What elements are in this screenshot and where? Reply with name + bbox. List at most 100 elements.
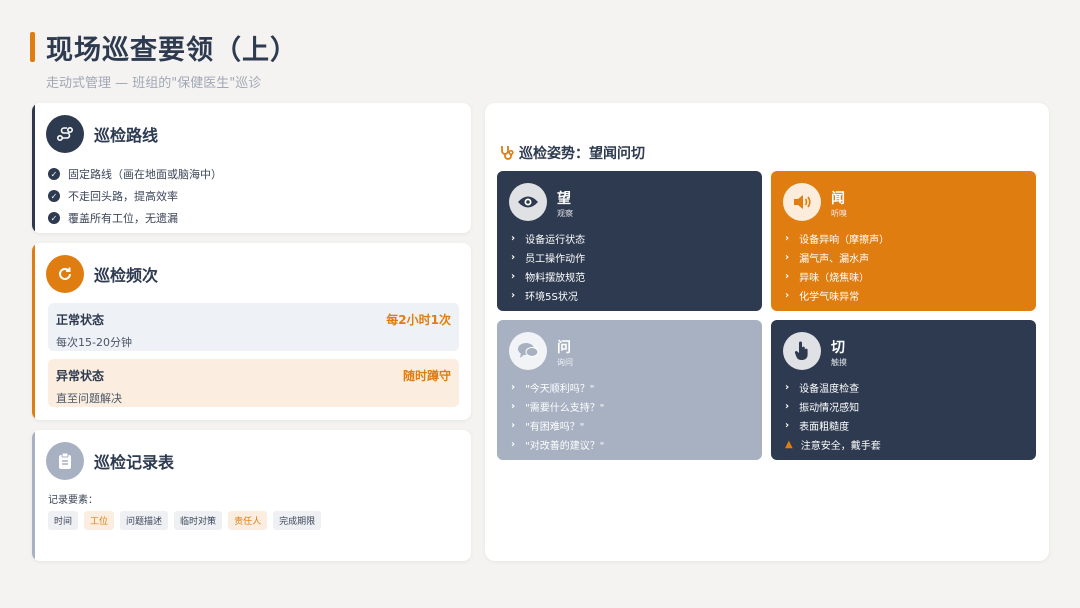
chat-icon (509, 332, 547, 370)
tile-list: › "今天顺利吗？" › "需要什么支持？" › "有困难吗？" › "对改善的建议？" (511, 378, 604, 454)
list-item-text: "有困难吗？" (525, 422, 585, 433)
list-item-text: 覆盖所有工位，无遗漏 (68, 212, 178, 225)
chevron-right-icon: › (785, 420, 790, 431)
route-list: ✓ 固定路线（画在地面或脑海中） ✓ 不走回头路，提高效率 ✓ 覆盖所有工位，无遗漏 (48, 163, 222, 229)
chevron-right-icon: › (785, 271, 790, 282)
check-icon: ✓ (48, 168, 60, 180)
tile-ask: 问 询问 › "今天顺利吗？" › "需要什么支持？" › "有困难吗？" › "对改善… (497, 320, 762, 460)
abnormal-state-name: 异常状态 (56, 369, 105, 383)
list-item-text: "今天顺利吗？" (525, 384, 595, 395)
check-icon: ✓ (48, 212, 60, 224)
record-tags: 时间 工位 问题描述 临时对策 责任人 完成期限 (48, 511, 327, 530)
chevron-right-icon: › (785, 233, 790, 244)
clipboard-icon (46, 442, 84, 480)
chevron-right-icon: › (511, 233, 516, 244)
list-item-text: 不走回头路，提高效率 (68, 190, 178, 203)
tag: 责任人 (228, 511, 268, 530)
list-item: › "需要什么支持？" (511, 397, 604, 416)
tile-look: 望 观察 › 设备运行状态 › 员工操作动作 › 物料摆放规范 › 环境5S状况 (497, 171, 762, 311)
tile-touch: 切 触摸 › 设备温度检查 › 振动情况感知 › 表面粗糙度 ▲ 注意安全，戴手套 (771, 320, 1036, 460)
page-subtitle: 走动式管理 — 班组的"保健医生"巡诊 (46, 76, 262, 91)
list-item-text: "需要什么支持？" (525, 403, 605, 414)
list-item: › 异味（烧焦味） (785, 267, 889, 286)
hand-pointer-icon (783, 332, 821, 370)
tile-sub: 观察 (557, 209, 573, 218)
tile-sub: 听嗅 (831, 209, 847, 218)
list-item-text: 物料摆放规范 (525, 273, 586, 284)
list-item: › 物料摆放规范 (511, 267, 585, 286)
list-item: › "有困难吗？" (511, 416, 604, 435)
list-item: › 设备异响（摩擦声） (785, 229, 889, 248)
chevron-right-icon: › (511, 439, 516, 450)
posture-panel: 巡检姿势：望闻问切 望 观察 › 设备运行状态 › 员工操作动作 › 物料摆放规范 ›… (485, 103, 1049, 561)
tag: 工位 (84, 511, 115, 530)
list-item: ✓ 不走回头路，提高效率 (48, 185, 222, 207)
list-item: › "今天顺利吗？" (511, 378, 604, 397)
warning-icon: ▲ (785, 439, 793, 450)
frequency-title: 巡检频次 (94, 266, 159, 285)
chevron-right-icon: › (511, 401, 516, 412)
abnormal-state-desc: 直至问题解决 (56, 392, 122, 405)
list-item-text: 振动情况感知 (799, 403, 860, 414)
normal-state-name: 正常状态 (56, 313, 105, 327)
record-card: 巡检记录表 记录要素： 时间 工位 问题描述 临时对策 责任人 完成期限 (32, 430, 471, 561)
list-item: › 设备温度检查 (785, 378, 881, 397)
tile-listen: 闻 听嗅 › 设备异响（摩擦声） › 漏气声、漏水声 › 异味（烧焦味） › 化学气味异… (771, 171, 1036, 311)
tile-sub: 触摸 (831, 358, 847, 367)
tag: 临时对策 (174, 511, 223, 530)
list-item-text: 设备运行状态 (525, 235, 586, 246)
tile-name: 闻 (831, 191, 845, 207)
chevron-right-icon: › (785, 290, 790, 301)
tag: 完成期限 (273, 511, 322, 530)
list-item: › 振动情况感知 (785, 397, 881, 416)
record-label: 记录要素： (48, 495, 98, 506)
list-item-text: 固定路线（画在地面或脑海中） (68, 168, 222, 181)
list-item-text: 注意安全，戴手套 (800, 441, 881, 452)
normal-state-box: 正常状态 每2小时1次 每次15-20分钟 (48, 303, 459, 351)
list-item: › 化学气味异常 (785, 286, 889, 305)
chevron-right-icon: › (511, 420, 516, 431)
list-item-text: 环境5S状况 (525, 292, 578, 303)
tile-list: › 设备异响（摩擦声） › 漏气声、漏水声 › 异味（烧焦味） › 化学气味异常 (785, 229, 889, 305)
list-item: › "对改善的建议？" (511, 435, 604, 454)
list-item: ✓ 覆盖所有工位，无遗漏 (48, 207, 222, 229)
route-icon (46, 115, 84, 153)
chevron-right-icon: › (511, 271, 516, 282)
list-item-text: 设备异响（摩擦声） (799, 235, 890, 246)
frequency-card: 巡检频次 正常状态 每2小时1次 每次15-20分钟 异常状态 随时蹲守 直至问… (32, 243, 471, 420)
chevron-right-icon: › (511, 382, 516, 393)
chevron-right-icon: › (511, 290, 516, 301)
route-title: 巡检路线 (94, 126, 159, 145)
list-item-text: 化学气味异常 (799, 292, 860, 303)
tile-name: 望 (557, 191, 571, 207)
tile-name: 问 (557, 340, 571, 356)
list-item: ✓ 固定路线（画在地面或脑海中） (48, 163, 222, 185)
list-item: › 环境5S状况 (511, 286, 585, 305)
list-item-text: 异味（烧焦味） (799, 273, 870, 284)
list-item-text: "对改善的建议？" (525, 441, 605, 452)
speaker-icon (783, 183, 821, 221)
chevron-right-icon: › (785, 252, 790, 263)
chevron-right-icon: › (785, 382, 790, 393)
tile-list: › 设备运行状态 › 员工操作动作 › 物料摆放规范 › 环境5S状况 (511, 229, 585, 305)
tile-name: 切 (831, 340, 845, 356)
list-item-text: 员工操作动作 (525, 254, 586, 265)
title-accent-bar (30, 32, 35, 62)
chevron-right-icon: › (511, 252, 516, 263)
list-item: › 设备运行状态 (511, 229, 585, 248)
stethoscope-icon (501, 146, 514, 160)
chevron-right-icon: › (785, 401, 790, 412)
list-item: › 员工操作动作 (511, 248, 585, 267)
list-item: › 表面粗糙度 (785, 416, 881, 435)
check-icon: ✓ (48, 190, 60, 202)
abnormal-state-box: 异常状态 随时蹲守 直至问题解决 (48, 359, 459, 407)
normal-state-desc: 每次15-20分钟 (56, 336, 132, 349)
list-item: ▲ 注意安全，戴手套 (785, 435, 881, 454)
normal-state-value: 每2小时1次 (386, 313, 451, 327)
eye-icon (509, 183, 547, 221)
list-item-text: 漏气声、漏水声 (799, 254, 870, 265)
posture-title-row: 巡检姿势：望闻问切 (499, 143, 645, 163)
page-title: 现场巡查要领（上） (46, 35, 298, 66)
tag: 时间 (48, 511, 79, 530)
record-title: 巡检记录表 (94, 453, 175, 472)
